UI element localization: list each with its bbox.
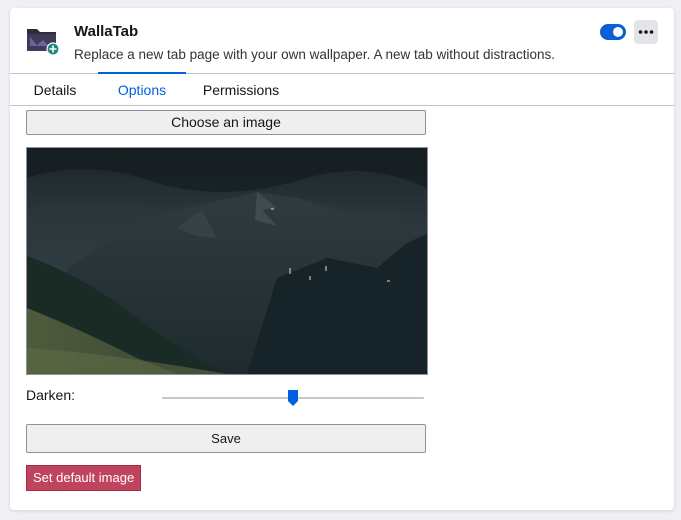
tab-permissions[interactable]: Permissions (196, 74, 286, 105)
set-default-image-button[interactable]: Set default image (26, 465, 142, 491)
darken-label: Darken: (26, 387, 76, 403)
folder-plus-icon (27, 29, 60, 55)
toggle-knob (613, 27, 623, 37)
addon-enabled-toggle[interactable] (600, 24, 626, 40)
addon-header: WallaTab Replace a new tab page with you… (10, 8, 674, 74)
addon-tabs: Details Options Permissions (10, 72, 674, 106)
save-button[interactable]: Save (26, 424, 426, 453)
tab-options[interactable]: Options (98, 72, 186, 105)
wallpaper-preview (26, 147, 428, 375)
addon-options-card: WallaTab Replace a new tab page with you… (10, 8, 674, 510)
more-horizontal-icon (638, 30, 654, 34)
darken-slider[interactable] (162, 389, 424, 409)
slider-thumb[interactable] (287, 389, 299, 407)
mountain-wallpaper-image (27, 148, 427, 374)
more-options-button[interactable] (634, 20, 658, 44)
addon-description: Replace a new tab page with your own wal… (74, 47, 556, 62)
choose-image-button[interactable]: Choose an image (26, 110, 426, 135)
addon-name: WallaTab (74, 23, 139, 40)
tab-details[interactable]: Details (22, 74, 88, 105)
